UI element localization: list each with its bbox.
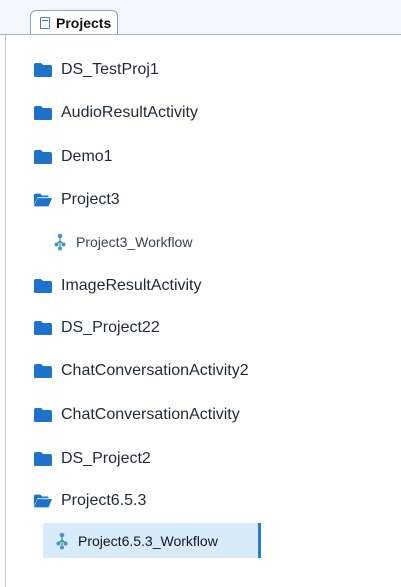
tree-item-label: ImageResultActivity bbox=[61, 277, 202, 294]
tree-item-label: ChatConversationActivity bbox=[61, 406, 240, 423]
tree-item-audioresultactivity[interactable]: AudioResultActivity bbox=[0, 93, 401, 133]
folder-closed-icon bbox=[34, 364, 52, 378]
tree-item-label: DS_TestProj1 bbox=[61, 61, 159, 78]
tree-item-project3[interactable]: Project3 bbox=[0, 180, 401, 220]
tree-item-project6-5-3-workflow[interactable]: Project6.5.3_Workflow bbox=[43, 523, 261, 558]
folder-closed-icon bbox=[34, 321, 52, 335]
folder-open-icon bbox=[33, 193, 53, 207]
document-icon bbox=[40, 16, 50, 29]
tab-strip: Projects bbox=[0, 0, 401, 35]
tree-item-label: AudioResultActivity bbox=[61, 104, 198, 121]
tab-projects[interactable]: Projects bbox=[30, 10, 118, 34]
tree-item-ds-project22[interactable]: DS_Project22 bbox=[0, 308, 401, 348]
tree-item-label: Project3 bbox=[61, 191, 120, 208]
tree-item-chatconversationactivity[interactable]: ChatConversationActivity bbox=[0, 395, 401, 435]
tree-item-demo1[interactable]: Demo1 bbox=[0, 137, 401, 177]
workflow-icon bbox=[56, 532, 68, 549]
tree-item-chatconversationactivity2[interactable]: ChatConversationActivity2 bbox=[0, 351, 401, 391]
tree-item-label: Project3_Workflow bbox=[76, 234, 193, 250]
tree-item-label: Project6.5.3_Workflow bbox=[78, 532, 218, 549]
folder-open-icon bbox=[33, 494, 53, 508]
workflow-icon bbox=[54, 233, 66, 251]
tree-item-project3-workflow[interactable]: Project3_Workflow bbox=[0, 222, 401, 262]
tree-item-label: DS_Project22 bbox=[61, 319, 160, 336]
tree-item-label: Demo1 bbox=[61, 148, 113, 165]
folder-closed-icon bbox=[34, 63, 52, 77]
tree-item-label: DS_Project2 bbox=[61, 450, 151, 467]
folder-closed-icon bbox=[34, 452, 52, 466]
folder-closed-icon bbox=[34, 408, 52, 422]
tree-item-label: Project6.5.3 bbox=[61, 492, 147, 509]
tree-item-ds-project2[interactable]: DS_Project2 bbox=[0, 439, 401, 479]
folder-closed-icon bbox=[34, 106, 52, 120]
tree-item-project6-5-3[interactable]: Project6.5.3 bbox=[0, 481, 401, 521]
folder-closed-icon bbox=[34, 279, 52, 293]
tab-label: Projects bbox=[56, 14, 112, 31]
tree-item-imageresultactivity[interactable]: ImageResultActivity bbox=[0, 266, 401, 306]
tree-item-ds-testproj1[interactable]: DS_TestProj1 bbox=[0, 50, 401, 90]
folder-closed-icon bbox=[34, 150, 52, 164]
tree-item-label: ChatConversationActivity2 bbox=[61, 362, 249, 379]
